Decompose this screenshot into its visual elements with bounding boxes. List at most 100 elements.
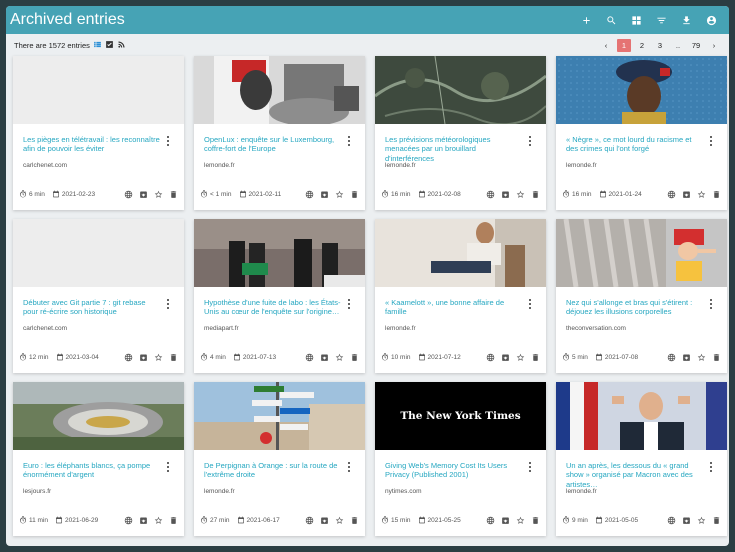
trash-icon[interactable]: [712, 190, 721, 199]
entry-title[interactable]: Nez qui s'allonge et bras qui s'étirent …: [566, 298, 704, 317]
star-icon[interactable]: [516, 190, 525, 199]
archive-icon[interactable]: [501, 353, 510, 362]
entry-thumbnail[interactable]: [13, 56, 184, 124]
archive-icon[interactable]: [501, 190, 510, 199]
entry-card[interactable]: Euro : les éléphants blancs, ça pompe én…: [13, 382, 184, 536]
entry-thumbnail[interactable]: [556, 56, 727, 124]
globe-icon[interactable]: [124, 190, 133, 199]
archive-icon[interactable]: [501, 516, 510, 525]
star-icon[interactable]: [154, 516, 163, 525]
more-vert-icon[interactable]: [165, 462, 170, 472]
trash-icon[interactable]: [169, 516, 178, 525]
entry-thumbnail[interactable]: [375, 219, 546, 287]
entry-thumbnail[interactable]: [556, 382, 727, 450]
entry-card[interactable]: Un an après, les dessous du « grand show…: [556, 382, 727, 536]
more-vert-icon[interactable]: [165, 299, 170, 309]
trash-icon[interactable]: [531, 190, 540, 199]
globe-icon[interactable]: [305, 353, 314, 362]
trash-icon[interactable]: [350, 353, 359, 362]
entry-title[interactable]: Euro : les éléphants blancs, ça pompe én…: [23, 461, 161, 480]
account-icon[interactable]: [699, 8, 723, 32]
page-link[interactable]: ›: [707, 39, 721, 52]
entry-title[interactable]: Giving Web's Memory Cost Its Users Priva…: [385, 461, 523, 480]
archive-icon[interactable]: [139, 190, 148, 199]
archive-icon[interactable]: [682, 353, 691, 362]
filter-icon[interactable]: [649, 8, 673, 32]
grid-icon[interactable]: [624, 8, 648, 32]
entry-thumbnail[interactable]: [556, 219, 727, 287]
star-icon[interactable]: [335, 353, 344, 362]
entry-card[interactable]: « Kaamelott », une bonne affaire de fami…: [375, 219, 546, 373]
globe-icon[interactable]: [667, 190, 676, 199]
star-icon[interactable]: [335, 516, 344, 525]
more-vert-icon[interactable]: [708, 136, 713, 146]
more-vert-icon[interactable]: [346, 136, 351, 146]
more-vert-icon[interactable]: [346, 462, 351, 472]
plus-icon[interactable]: [574, 8, 598, 32]
archive-icon[interactable]: [139, 516, 148, 525]
archive-icon[interactable]: [682, 516, 691, 525]
entry-card[interactable]: Les pièges en télétravail : les reconnaî…: [13, 56, 184, 210]
page-link[interactable]: ‹: [599, 39, 613, 52]
page-link[interactable]: 2: [635, 39, 649, 52]
download-icon[interactable]: [674, 8, 698, 32]
entry-title[interactable]: Débuter avec Git partie 7 : git rebase p…: [23, 298, 161, 317]
more-vert-icon[interactable]: [527, 299, 532, 309]
trash-icon[interactable]: [350, 516, 359, 525]
globe-icon[interactable]: [667, 353, 676, 362]
archive-icon[interactable]: [682, 190, 691, 199]
more-vert-icon[interactable]: [527, 136, 532, 146]
more-vert-icon[interactable]: [708, 462, 713, 472]
more-vert-icon[interactable]: [527, 462, 532, 472]
list-view-icon[interactable]: [93, 40, 103, 50]
trash-icon[interactable]: [169, 190, 178, 199]
trash-icon[interactable]: [169, 353, 178, 362]
entry-title[interactable]: « Kaamelott », une bonne affaire de fami…: [385, 298, 523, 317]
more-vert-icon[interactable]: [165, 136, 170, 146]
entry-title[interactable]: Hypothèse d'une fuite de labo : les État…: [204, 298, 342, 317]
globe-icon[interactable]: [124, 516, 133, 525]
entry-card[interactable]: Débuter avec Git partie 7 : git rebase p…: [13, 219, 184, 373]
star-icon[interactable]: [697, 516, 706, 525]
star-icon[interactable]: [516, 516, 525, 525]
star-icon[interactable]: [516, 353, 525, 362]
more-vert-icon[interactable]: [346, 299, 351, 309]
page-link[interactable]: 3: [653, 39, 667, 52]
globe-icon[interactable]: [305, 190, 314, 199]
globe-icon[interactable]: [305, 516, 314, 525]
archive-icon[interactable]: [320, 516, 329, 525]
entry-title[interactable]: Les prévisions météorologiques menacées …: [385, 135, 523, 163]
entry-card[interactable]: The New York Times Giving Web's Memory C…: [375, 382, 546, 536]
entry-thumbnail[interactable]: [375, 56, 546, 124]
entry-card[interactable]: OpenLux : enquête sur le Luxembourg, cof…: [194, 56, 365, 210]
entry-thumbnail[interactable]: The New York Times: [375, 382, 546, 450]
page-link[interactable]: 1: [617, 38, 631, 52]
star-icon[interactable]: [154, 353, 163, 362]
entry-title[interactable]: Un an après, les dessous du « grand show…: [566, 461, 704, 489]
globe-icon[interactable]: [486, 516, 495, 525]
entry-title[interactable]: De Perpignan à Orange : sur la route de …: [204, 461, 342, 480]
globe-icon[interactable]: [124, 353, 133, 362]
entry-card[interactable]: Nez qui s'allonge et bras qui s'étirent …: [556, 219, 727, 373]
page-link[interactable]: 79: [689, 39, 703, 52]
trash-icon[interactable]: [712, 516, 721, 525]
star-icon[interactable]: [697, 353, 706, 362]
entry-thumbnail[interactable]: [194, 56, 365, 124]
entry-thumbnail[interactable]: [194, 382, 365, 450]
entry-thumbnail[interactable]: [13, 382, 184, 450]
entry-card[interactable]: Les prévisions météorologiques menacées …: [375, 56, 546, 210]
globe-icon[interactable]: [486, 190, 495, 199]
entry-thumbnail[interactable]: [13, 219, 184, 287]
archive-icon[interactable]: [320, 190, 329, 199]
archive-icon[interactable]: [139, 353, 148, 362]
entry-title[interactable]: OpenLux : enquête sur le Luxembourg, cof…: [204, 135, 342, 154]
search-icon[interactable]: [599, 8, 623, 32]
entry-title[interactable]: Les pièges en télétravail : les reconnaî…: [23, 135, 161, 154]
archive-icon[interactable]: [320, 353, 329, 362]
entry-thumbnail[interactable]: [194, 219, 365, 287]
globe-icon[interactable]: [667, 516, 676, 525]
trash-icon[interactable]: [531, 516, 540, 525]
select-all-icon[interactable]: [105, 40, 115, 50]
trash-icon[interactable]: [712, 353, 721, 362]
trash-icon[interactable]: [531, 353, 540, 362]
